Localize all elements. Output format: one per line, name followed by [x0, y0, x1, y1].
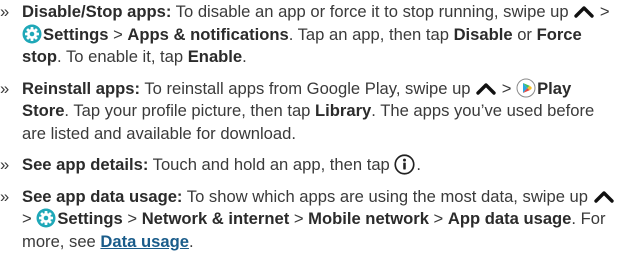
- separator: >: [428, 209, 448, 228]
- chevron-up-icon: [476, 82, 496, 95]
- bullet-marker: »: [0, 155, 10, 174]
- chevron-up-icon: [574, 6, 594, 18]
- mobile-network-label: Mobile network: [308, 209, 429, 228]
- help-page: » Disable/Stop apps: To disable an app o…: [0, 0, 617, 263]
- item-text: . To enable it, tap: [57, 47, 188, 66]
- item-title: See app details:: [22, 155, 149, 174]
- library-label: Library: [315, 101, 372, 120]
- play-store-icon: [516, 78, 536, 97]
- data-usage-link[interactable]: Data usage: [100, 232, 189, 251]
- item-text: To reinstall apps from Google Play, swip…: [140, 78, 476, 98]
- item-text: .: [242, 47, 247, 66]
- item-title: Reinstall apps:: [22, 78, 141, 98]
- disable-label: Disable: [453, 24, 513, 44]
- settings-gear-icon: [36, 208, 56, 228]
- settings-gear-icon: [22, 24, 42, 43]
- settings-label: Settings: [43, 24, 109, 44]
- network-internet-label: Network & internet: [141, 209, 290, 228]
- settings-label: Settings: [57, 209, 123, 228]
- separator: >: [289, 209, 309, 228]
- chevron-up-icon: [593, 190, 614, 203]
- item-text: To show which apps are using the most da…: [182, 186, 593, 206]
- app-data-usage-label: App data usage: [447, 209, 572, 228]
- enable-label: Enable: [187, 47, 243, 66]
- separator: >: [22, 209, 37, 228]
- info-icon: [394, 154, 415, 175]
- item-text: or: [512, 24, 537, 44]
- separator: >: [122, 209, 142, 228]
- apps-notifications-label: Apps & notifications: [127, 24, 289, 44]
- separator: >: [497, 78, 517, 98]
- list-item-disable-stop-apps: » Disable/Stop apps: To disable an app o…: [0, 1, 617, 69]
- bullet-marker: »: [0, 78, 10, 98]
- item-title: See app data usage:: [22, 186, 183, 206]
- list-item-app-details: » See app details: Touch and hold an app…: [0, 154, 617, 177]
- item-text: . Tap an app, then tap: [288, 24, 454, 44]
- item-text: . Tap your profile picture, then tap: [64, 101, 316, 120]
- item-text: .: [188, 231, 194, 251]
- item-text: .: [416, 155, 422, 174]
- separator: >: [595, 2, 610, 21]
- separator: >: [108, 24, 128, 44]
- list-item-app-data-usage: » See app data usage: To show which apps…: [0, 186, 617, 254]
- list-item-reinstall-apps: » Reinstall apps: To reinstall apps from…: [0, 78, 617, 146]
- item-title: Disable/Stop apps:: [22, 2, 172, 21]
- bullet-marker: »: [0, 186, 10, 206]
- item-text: Touch and hold an app, then tap: [148, 155, 395, 174]
- bullet-marker: »: [0, 2, 10, 21]
- item-text: To disable an app or force it to stop ru…: [171, 2, 574, 21]
